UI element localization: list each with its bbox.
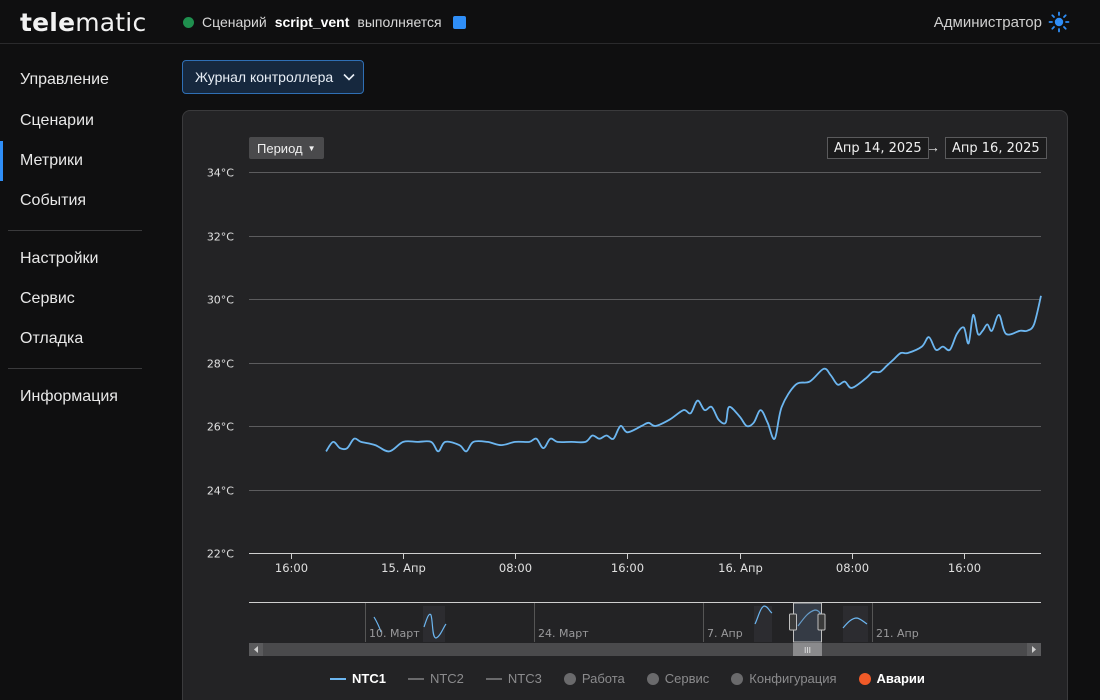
navigator-label: 21. Апр	[876, 627, 919, 640]
navigator-label: 7. Апр	[707, 627, 743, 640]
y-tick-label: 24°C	[207, 485, 234, 498]
navigator-data-block	[754, 606, 772, 642]
navigator-left-handle[interactable]	[789, 613, 797, 631]
x-tick-label: 16. Апр	[718, 561, 763, 575]
legend-item-ntc2[interactable]: NTC2	[407, 671, 464, 686]
scrollbar-track	[249, 643, 1041, 656]
range-navigator[interactable]: 10. Март 24. Март 7. Апр 21. Апр	[249, 602, 1041, 643]
y-tick-label: 30°C	[207, 294, 234, 307]
temperature-chart[interactable]: 22°C 24°C 26°C 28°C 30°C 32°C 34°C 16:00 15. Ап…	[0, 0, 1100, 700]
scrollbar-grip-icon: III	[804, 646, 811, 655]
navigator-right-handle[interactable]	[817, 613, 826, 631]
legend-item-сервис[interactable]: Сервис	[646, 671, 710, 686]
legend-label: NTC3	[507, 671, 542, 686]
legend-label: Конфигурация	[749, 671, 837, 686]
legend-item-аварии[interactable]: Аварии	[858, 671, 925, 686]
y-tick-label: 28°C	[207, 358, 234, 371]
chart-legend: NTC1 NTC2 NTC3 Работа Сервис Конфигурация Авар…	[330, 671, 925, 686]
series-line-ntc1	[325, 295, 1042, 453]
legend-dot-icon	[646, 672, 659, 685]
legend-item-конфигурация[interactable]: Конфигурация	[731, 671, 837, 686]
y-tick-label: 22°C	[207, 548, 234, 561]
y-tick-label: 34°C	[207, 167, 234, 180]
x-tick-label: 08:00	[836, 561, 869, 575]
x-tick-label: 16:00	[275, 561, 308, 575]
legend-label: NTC2	[429, 671, 464, 686]
legend-label: Работа	[581, 671, 625, 686]
legend-dot-icon	[563, 672, 576, 685]
legend-item-работа[interactable]: Работа	[563, 671, 625, 686]
chart-scrollbar[interactable]: III	[249, 643, 1041, 656]
chart-gridlines	[249, 172, 1041, 554]
x-tick-label: 15. Апр	[381, 561, 426, 575]
legend-label: NTC1	[352, 671, 386, 686]
navigator-selection-window	[793, 602, 822, 643]
x-axis-ticks: 16:00 15. Апр 08:00 16:00 16. Апр 08:00 16:00	[275, 553, 981, 575]
legend-item-ntc3[interactable]: NTC3	[485, 671, 542, 686]
legend-line-icon	[330, 677, 346, 680]
y-tick-label: 32°C	[207, 231, 234, 244]
legend-line-icon	[407, 677, 424, 680]
navigator-label: 24. Март	[538, 627, 589, 640]
y-tick-label: 26°C	[207, 421, 234, 434]
legend-dot-icon	[858, 672, 871, 685]
x-tick-label: 08:00	[499, 561, 532, 575]
legend-dot-icon	[731, 672, 744, 685]
legend-item-ntc1[interactable]: NTC1	[330, 671, 386, 686]
legend-line-icon	[485, 677, 502, 680]
navigator-label: 10. Март	[369, 627, 420, 640]
legend-label: Сервис	[664, 671, 710, 686]
legend-label: Аварии	[876, 671, 925, 686]
y-axis-ticks: 22°C 24°C 26°C 28°C 30°C 32°C 34°C	[207, 167, 234, 561]
x-tick-label: 16:00	[611, 561, 644, 575]
x-tick-label: 16:00	[948, 561, 981, 575]
